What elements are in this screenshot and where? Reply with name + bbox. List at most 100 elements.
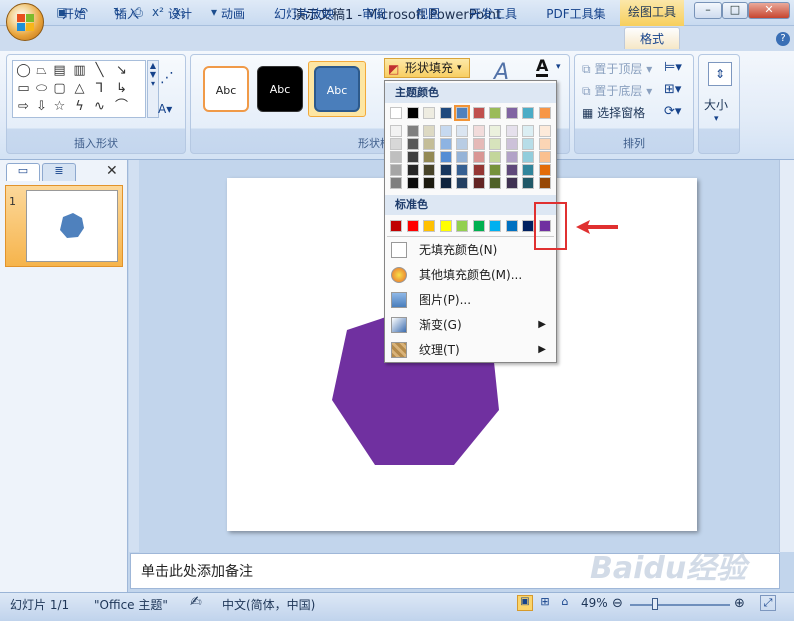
theme-shade-swatch[interactable] — [522, 138, 534, 150]
standard-color-swatch[interactable] — [439, 220, 452, 232]
group-icon[interactable]: ⊞▾ — [664, 82, 681, 97]
arrow-line-icon[interactable]: ↘ — [113, 63, 130, 79]
maximize-button[interactable]: □ — [722, 2, 748, 19]
theme-shade-swatch[interactable] — [505, 138, 518, 150]
theme-shade-swatch[interactable] — [423, 164, 435, 176]
arc-shape-icon[interactable]: ⌒ — [113, 99, 130, 115]
theme-color-swatch[interactable] — [439, 107, 452, 119]
minimize-button[interactable]: – — [694, 2, 722, 19]
theme-shade-swatch[interactable] — [456, 177, 468, 189]
no-fill-item[interactable]: 无填充颜色(N) — [387, 238, 554, 262]
standard-color-swatch[interactable] — [489, 220, 501, 232]
rounded-rect-icon[interactable]: ▢ — [51, 81, 68, 97]
theme-shade-swatch[interactable] — [489, 177, 501, 189]
status-language[interactable]: 中文(简体，中国) — [222, 596, 315, 613]
chevron-down-icon[interactable]: ▾ — [556, 62, 561, 72]
theme-shade-swatch[interactable] — [406, 177, 419, 189]
theme-shade-swatch[interactable] — [406, 138, 419, 150]
theme-shade-swatch[interactable] — [538, 138, 551, 150]
theme-color-swatch[interactable] — [505, 107, 518, 119]
theme-color-swatch[interactable] — [423, 107, 435, 119]
theme-color-swatch[interactable] — [489, 107, 501, 119]
theme-shade-swatch[interactable] — [538, 164, 551, 176]
tab-pdf-tools[interactable]: PDF工具集 — [536, 3, 616, 25]
chevron-down-icon[interactable]: ▾ — [714, 114, 719, 124]
right-arrow-icon[interactable]: ⇨ — [15, 99, 32, 115]
theme-shade-swatch[interactable] — [423, 151, 435, 163]
theme-shade-swatch[interactable] — [390, 164, 402, 176]
tab-design[interactable]: 设计 — [158, 3, 202, 25]
text-fill-icon[interactable]: A — [536, 58, 549, 77]
outline-tab-icon[interactable]: ≣ — [42, 163, 76, 181]
send-back-button[interactable]: ⧉ 置于底层 ▾ — [582, 82, 652, 99]
texture-fill-item[interactable]: 纹理(T) ▶ — [387, 338, 554, 362]
theme-shade-swatch[interactable] — [489, 125, 501, 137]
theme-shade-swatch[interactable] — [456, 125, 468, 137]
textbox-shape-icon[interactable]: ▤ — [51, 63, 68, 79]
theme-shade-swatch[interactable] — [522, 151, 534, 163]
theme-shade-swatch[interactable] — [456, 151, 468, 163]
vertical-textbox-icon[interactable]: ▥ — [71, 63, 88, 79]
normal-view-icon[interactable]: ▣ — [517, 595, 533, 611]
close-button[interactable]: ✕ — [748, 2, 790, 19]
curve-shape-icon[interactable]: ∿ — [91, 99, 108, 115]
standard-color-swatch[interactable] — [472, 220, 485, 232]
star-shape-icon[interactable]: ☆ — [51, 99, 68, 115]
down-arrow-icon[interactable]: ⇩ — [33, 99, 50, 115]
lightning-icon[interactable]: ϟ — [71, 99, 88, 115]
theme-shade-swatch[interactable] — [489, 151, 501, 163]
help-icon[interactable]: ? — [776, 32, 790, 46]
shapes-gallery[interactable]: ◯ ⏢ ▤ ▥ ╲ ↘ ▭ ⬭ ▢ △ ⅂ ↳ ⇨ ⇩ ☆ ϟ ∿ ⌒ — [12, 60, 146, 118]
line-shape-icon[interactable]: ╲ — [91, 63, 108, 79]
theme-shade-swatch[interactable] — [456, 138, 468, 150]
standard-color-swatch[interactable] — [522, 220, 534, 232]
theme-color-swatch[interactable] — [472, 107, 485, 119]
theme-shade-swatch[interactable] — [390, 125, 402, 137]
tab-developer[interactable]: 开发工具 — [460, 3, 526, 25]
trapezoid-shape-icon[interactable]: ⏢ — [33, 63, 50, 79]
textbox-draw-icon[interactable]: A▾ — [158, 102, 172, 116]
align-icon[interactable]: ⊨▾ — [664, 60, 682, 75]
zoom-slider[interactable] — [630, 604, 730, 606]
slides-tab-icon[interactable]: ▭ — [6, 163, 40, 181]
office-button[interactable] — [6, 3, 44, 41]
theme-shade-swatch[interactable] — [439, 151, 452, 163]
size-label[interactable]: 大小 — [704, 96, 728, 113]
edit-shape-icon[interactable]: ⋰ — [160, 70, 174, 86]
zoom-slider-thumb[interactable] — [652, 598, 658, 610]
shape-style-3[interactable]: Abc — [314, 66, 360, 112]
close-pane-icon[interactable]: ✕ — [106, 163, 118, 179]
selection-pane-button[interactable]: ▦ 选择窗格 — [582, 104, 645, 121]
rectangle-shape-icon[interactable]: ▭ — [15, 81, 32, 97]
theme-shade-swatch[interactable] — [489, 164, 501, 176]
tab-view[interactable]: 视图 — [406, 3, 450, 25]
tab-review[interactable]: 审阅 — [352, 3, 396, 25]
tab-insert[interactable]: 插入 — [106, 3, 148, 25]
theme-color-swatch[interactable] — [538, 107, 551, 119]
theme-shade-swatch[interactable] — [439, 125, 452, 137]
shape-style-1[interactable]: Abc — [203, 66, 249, 112]
standard-color-swatch[interactable] — [423, 220, 435, 232]
theme-color-swatch[interactable] — [406, 107, 419, 119]
vertical-scrollbar[interactable] — [779, 160, 794, 552]
zoom-in-icon[interactable]: ⊕ — [734, 596, 745, 611]
theme-shade-swatch[interactable] — [390, 177, 402, 189]
shape-fill-button[interactable]: 形状填充 ◩ ▾ — [384, 58, 470, 78]
tab-format[interactable]: 格式 — [624, 27, 680, 49]
splitter[interactable] — [129, 160, 139, 552]
theme-shade-swatch[interactable] — [390, 151, 402, 163]
theme-shade-swatch[interactable] — [406, 164, 419, 176]
elbow-connector-icon[interactable]: ⅂ — [91, 81, 108, 97]
slide-sorter-icon[interactable]: ⊞ — [537, 595, 553, 611]
theme-shade-swatch[interactable] — [390, 138, 402, 150]
theme-shade-swatch[interactable] — [489, 138, 501, 150]
picture-fill-item[interactable]: 图片(P)... — [387, 288, 554, 312]
theme-shade-swatch[interactable] — [456, 164, 468, 176]
size-icon[interactable]: ⇕ — [708, 62, 732, 86]
theme-shade-swatch[interactable] — [505, 125, 518, 137]
oval-shape-icon[interactable]: ◯ — [15, 63, 32, 79]
theme-shade-swatch[interactable] — [439, 138, 452, 150]
slide-thumbnail[interactable] — [26, 190, 118, 262]
theme-shade-swatch[interactable] — [439, 164, 452, 176]
theme-shade-swatch[interactable] — [522, 164, 534, 176]
